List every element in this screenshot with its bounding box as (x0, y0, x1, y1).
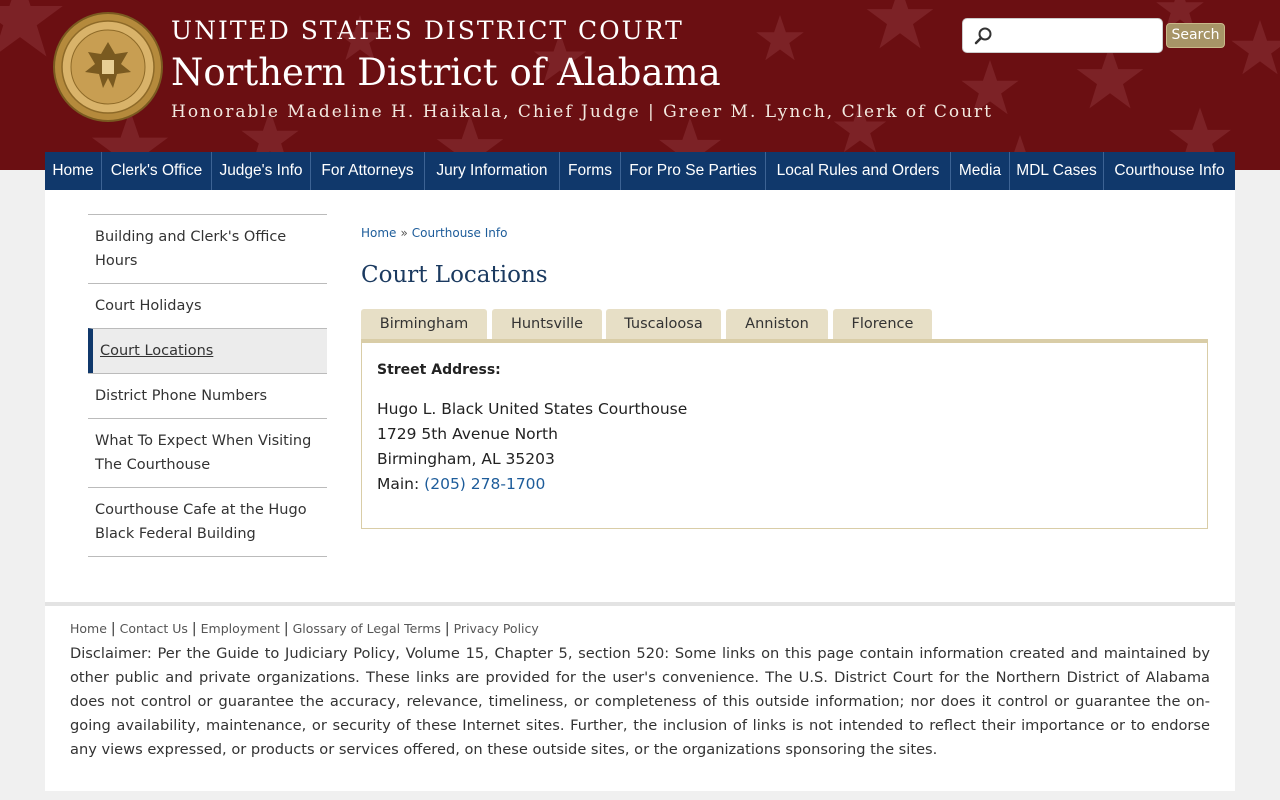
nav-media[interactable]: Media (951, 152, 1010, 190)
nav-judges-info[interactable]: Judge's Info (212, 152, 311, 190)
street-address: 1729 5th Avenue North (377, 425, 558, 443)
footer-divider: | (110, 621, 116, 637)
nav-jury-information[interactable]: Jury Information (425, 152, 560, 190)
nav-home[interactable]: Home (45, 152, 102, 190)
sidebar-item-courthouse-cafe[interactable]: Courthouse Cafe at the Hugo Black Federa… (88, 487, 327, 557)
city-state-zip: Birmingham, AL 35203 (377, 450, 555, 468)
footer-link-employment[interactable]: Employment (201, 621, 280, 636)
nav-pro-se-parties[interactable]: For Pro Se Parties (621, 152, 766, 190)
page-title: Court Locations (361, 262, 548, 288)
search-button[interactable]: Search (1166, 23, 1225, 48)
footer-link-glossary[interactable]: Glossary of Legal Terms (293, 621, 441, 636)
sidebar-item-label: What To Expect When Visiting The Courtho… (95, 433, 312, 473)
sidebar-item-court-holidays[interactable]: Court Holidays (88, 283, 327, 328)
footer-disclaimer: Disclaimer: Per the Guide to Judiciary P… (70, 645, 1210, 758)
footer-divider: | (444, 621, 450, 637)
breadcrumb-separator: » (400, 226, 408, 240)
search-input[interactable] (999, 23, 1157, 48)
footer-divider: | (191, 621, 197, 637)
tab-florence[interactable]: Florence (833, 309, 932, 340)
sidebar-item-phone-numbers[interactable]: District Phone Numbers (88, 373, 327, 418)
tab-birmingham[interactable]: Birmingham (361, 309, 487, 340)
street-address-label: Street Address: (377, 362, 501, 378)
footer-link-privacy-policy[interactable]: Privacy Policy (454, 621, 539, 636)
sidebar-item-label: Court Locations (100, 343, 214, 359)
district-name[interactable]: Northern District of Alabama (171, 51, 721, 94)
sidebar-item-office-hours[interactable]: Building and Clerk's Office Hours (88, 214, 327, 283)
footer-link-contact-us[interactable]: Contact Us (120, 621, 188, 636)
main-nav: Home Clerk's Office Judge's Info For Att… (45, 152, 1235, 190)
breadcrumb: Home » Courthouse Info (361, 226, 507, 240)
footer-link-home[interactable]: Home (70, 621, 107, 636)
sidebar-item-label: Building and Clerk's Office Hours (95, 229, 287, 269)
nav-courthouse-info[interactable]: Courthouse Info (1104, 152, 1235, 190)
site-header: UNITED STATES DISTRICT COURT Northern Di… (0, 0, 1280, 170)
court-name: UNITED STATES DISTRICT COURT (171, 16, 684, 45)
court-officials: Honorable Madeline H. Haikala, Chief Jud… (171, 102, 993, 122)
nav-forms[interactable]: Forms (560, 152, 621, 190)
courthouse-name: Hugo L. Black United States Courthouse (377, 400, 688, 418)
main-phone-link[interactable]: (205) 278-1700 (424, 475, 545, 493)
sidebar-item-court-locations[interactable]: Court Locations (88, 328, 327, 373)
breadcrumb-courthouse-info[interactable]: Courthouse Info (412, 226, 508, 240)
nav-for-attorneys[interactable]: For Attorneys (311, 152, 425, 190)
tab-anniston[interactable]: Anniston (726, 309, 828, 340)
footer-divider: | (283, 621, 289, 637)
tab-huntsville[interactable]: Huntsville (492, 309, 602, 340)
footer-links: Home | Contact Us | Employment | Glossary of L… (70, 621, 539, 637)
us-court-seal-icon (53, 12, 163, 122)
breadcrumb-home[interactable]: Home (361, 226, 396, 240)
nav-mdl-cases[interactable]: MDL Cases (1010, 152, 1104, 190)
main-phone-label: Main: (377, 475, 420, 493)
main-phone-line: Main: (205) 278-1700 (377, 475, 545, 493)
sidebar-item-label: District Phone Numbers (95, 388, 268, 404)
sidebar-nav: Building and Clerk's Office Hours Court … (88, 214, 327, 557)
search-field[interactable] (962, 18, 1163, 53)
search-icon (974, 27, 992, 45)
tab-tuscaloosa[interactable]: Tuscaloosa (606, 309, 721, 340)
sidebar-item-what-to-expect[interactable]: What To Expect When Visiting The Courtho… (88, 418, 327, 487)
sidebar-item-label: Court Holidays (95, 298, 202, 314)
sidebar-item-label: Courthouse Cafe at the Hugo Black Federa… (95, 502, 307, 542)
nav-clerks-office[interactable]: Clerk's Office (102, 152, 212, 190)
nav-local-rules[interactable]: Local Rules and Orders (766, 152, 951, 190)
